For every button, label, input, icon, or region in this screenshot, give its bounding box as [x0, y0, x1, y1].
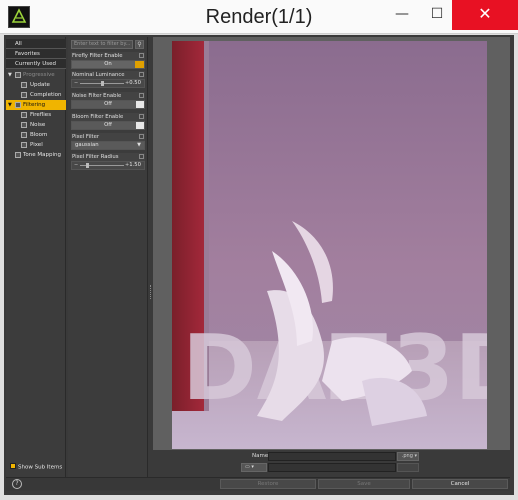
render-image: DAZ3D — [172, 41, 487, 449]
property-label-text: Noise Filter Enable — [72, 93, 122, 99]
nominal-luminance-label: Nominal Luminance — [71, 71, 145, 79]
nav-item-label: Update — [30, 82, 50, 88]
nav-item-pixel[interactable]: Pixel — [6, 140, 66, 150]
group-icon — [21, 82, 27, 88]
nav-item-fireflies[interactable]: Fireflies — [6, 110, 66, 120]
slider-value[interactable]: 0.50 — [129, 80, 141, 86]
property-menu-icon[interactable] — [139, 114, 144, 119]
section-nav: All Favorites Currently Used ▼ Progressi… — [6, 37, 66, 477]
close-button[interactable]: ✕ — [452, 0, 518, 30]
title-bar: Render(1/1) — ☐ ✕ — [0, 0, 518, 34]
pixel-filter-select[interactable]: gaussian ▼ — [71, 141, 145, 150]
toggle-value: Off — [104, 122, 112, 128]
restore-button[interactable]: Restore — [220, 479, 316, 489]
nav-item-bloom[interactable]: Bloom — [6, 130, 66, 140]
folder-icon: ▭ — [245, 464, 250, 470]
property-menu-icon[interactable] — [139, 134, 144, 139]
property-menu-icon[interactable] — [139, 72, 144, 77]
filter-input[interactable]: Enter text to filter by... — [71, 40, 133, 49]
toggle-value: On — [104, 61, 112, 67]
group-icon — [21, 142, 27, 148]
property-label-text: Bloom Filter Enable — [72, 114, 124, 120]
group-icon — [21, 112, 27, 118]
rendered-scene: DAZ3D — [172, 41, 487, 449]
pixel-filter-radius-label: Pixel Filter Radius — [71, 153, 145, 161]
nav-item-label: Bloom — [30, 132, 48, 138]
pixel-filter-radius-slider[interactable]: − + 1.50 — [71, 161, 145, 170]
chevron-down-icon: ▼ — [137, 142, 141, 148]
decrement-icon[interactable]: − — [74, 162, 78, 169]
slider-handle[interactable] — [85, 163, 89, 168]
nav-item-label: Completion — [30, 92, 62, 98]
nominal-luminance-slider[interactable]: − + 0.50 — [71, 79, 145, 88]
decrement-icon[interactable]: − — [74, 80, 78, 87]
collapse-arrow-icon[interactable]: ▼ — [8, 100, 12, 110]
nav-currently-used[interactable]: Currently Used — [6, 59, 66, 69]
nav-item-filtering[interactable]: ▼ Filtering — [6, 100, 66, 110]
select-value: gaussian — [75, 142, 99, 148]
group-icon — [15, 152, 21, 158]
path-input[interactable] — [268, 463, 396, 472]
save-button[interactable]: Save — [318, 479, 410, 489]
increment-icon[interactable]: + — [125, 80, 129, 87]
nav-all[interactable]: All — [6, 39, 66, 49]
filter-menu-button[interactable]: ⚲ — [135, 40, 144, 49]
group-icon — [21, 122, 27, 128]
property-label-text: Firefly Filter Enable — [72, 53, 123, 59]
nav-item-update[interactable]: Update — [6, 80, 66, 90]
collapse-arrow-icon[interactable]: ▼ — [8, 70, 12, 80]
nav-item-label: Pixel — [30, 142, 43, 148]
noise-filter-toggle[interactable]: Off — [71, 100, 145, 109]
nav-item-label: Tone Mapping — [23, 152, 62, 158]
maximize-button[interactable]: ☐ — [420, 0, 454, 30]
nav-item-completion[interactable]: Completion — [6, 90, 66, 100]
nav-item-label: Fireflies — [30, 112, 52, 118]
nav-favorites[interactable]: Favorites — [6, 49, 66, 59]
firefly-filter-label: Firefly Filter Enable — [71, 52, 145, 60]
extension-value: .png — [401, 453, 413, 459]
splitter-grip-icon[interactable] — [150, 285, 152, 299]
bloom-filter-toggle[interactable]: Off — [71, 121, 145, 130]
bloom-filter-label: Bloom Filter Enable — [71, 113, 145, 121]
group-icon — [21, 92, 27, 98]
extension-select[interactable]: .png ▾ — [397, 452, 419, 461]
nav-item-tone-mapping[interactable]: Tone Mapping — [6, 150, 66, 160]
folder-button[interactable]: ▭ ▾ — [241, 463, 267, 472]
path-extra[interactable] — [397, 463, 419, 472]
property-menu-icon[interactable] — [139, 53, 144, 58]
group-icon — [21, 132, 27, 138]
property-label-text: Pixel Filter Radius — [72, 154, 119, 160]
slider-value[interactable]: 1.50 — [129, 162, 141, 168]
nav-item-noise[interactable]: Noise — [6, 120, 66, 130]
show-sub-items-toggle[interactable]: Show Sub Items — [10, 463, 63, 471]
slider-handle[interactable] — [101, 81, 104, 86]
property-label-text: Nominal Luminance — [72, 72, 125, 78]
checkbox-checked-icon[interactable] — [10, 463, 16, 469]
nav-item-progressive[interactable]: ▼ Progressive — [6, 70, 66, 80]
cancel-button[interactable]: Cancel — [412, 479, 508, 489]
group-icon — [15, 72, 21, 78]
property-menu-icon[interactable] — [139, 93, 144, 98]
help-icon[interactable]: ? — [12, 479, 22, 489]
property-menu-icon[interactable] — [139, 154, 144, 159]
minimize-button[interactable]: — — [385, 0, 419, 30]
name-input[interactable] — [268, 452, 396, 461]
increment-icon[interactable]: + — [125, 162, 129, 169]
nav-item-label: Progressive — [23, 72, 55, 78]
nav-item-label: Noise — [30, 122, 46, 128]
pixel-filter-label: Pixel Filter — [71, 133, 145, 141]
firefly-filter-toggle[interactable]: On — [71, 60, 145, 69]
group-icon — [15, 102, 21, 108]
nav-item-label: Filtering — [23, 102, 46, 108]
show-sub-items-label: Show Sub Items — [18, 464, 63, 471]
property-label-text: Pixel Filter — [72, 134, 100, 140]
property-panel: Enter text to filter by... ⚲ Firefly Fil… — [68, 37, 148, 477]
noise-filter-label: Noise Filter Enable — [71, 92, 145, 100]
toggle-value: Off — [104, 101, 112, 107]
